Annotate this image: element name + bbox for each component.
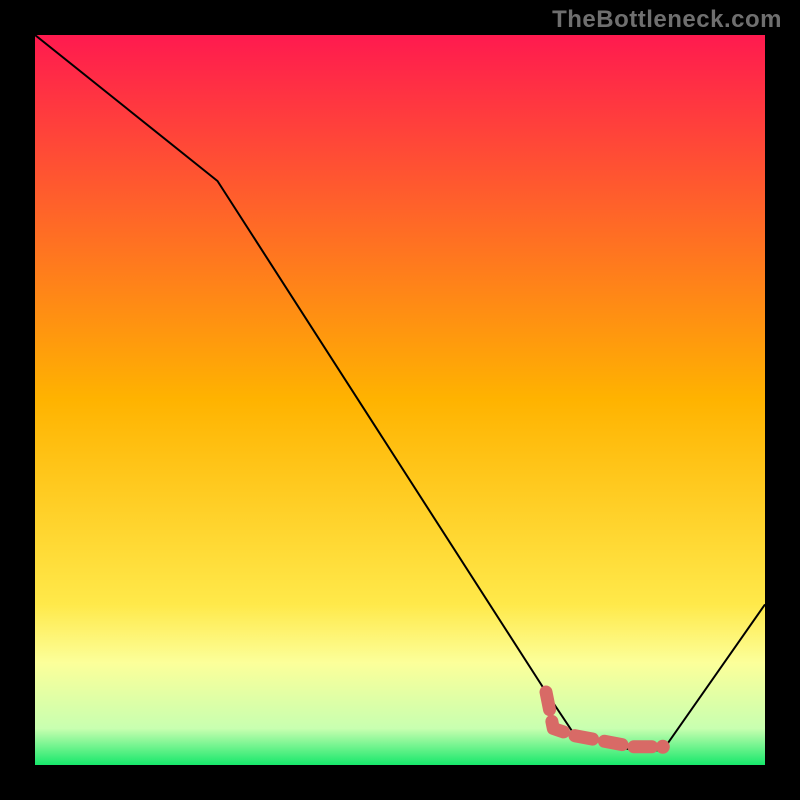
plot-area <box>35 35 765 765</box>
chart-svg <box>35 35 765 765</box>
gradient-background <box>35 35 765 765</box>
chart-frame: TheBottleneck.com <box>0 0 800 800</box>
watermark-text: TheBottleneck.com <box>552 6 782 34</box>
highlight-end-dot <box>656 740 670 754</box>
